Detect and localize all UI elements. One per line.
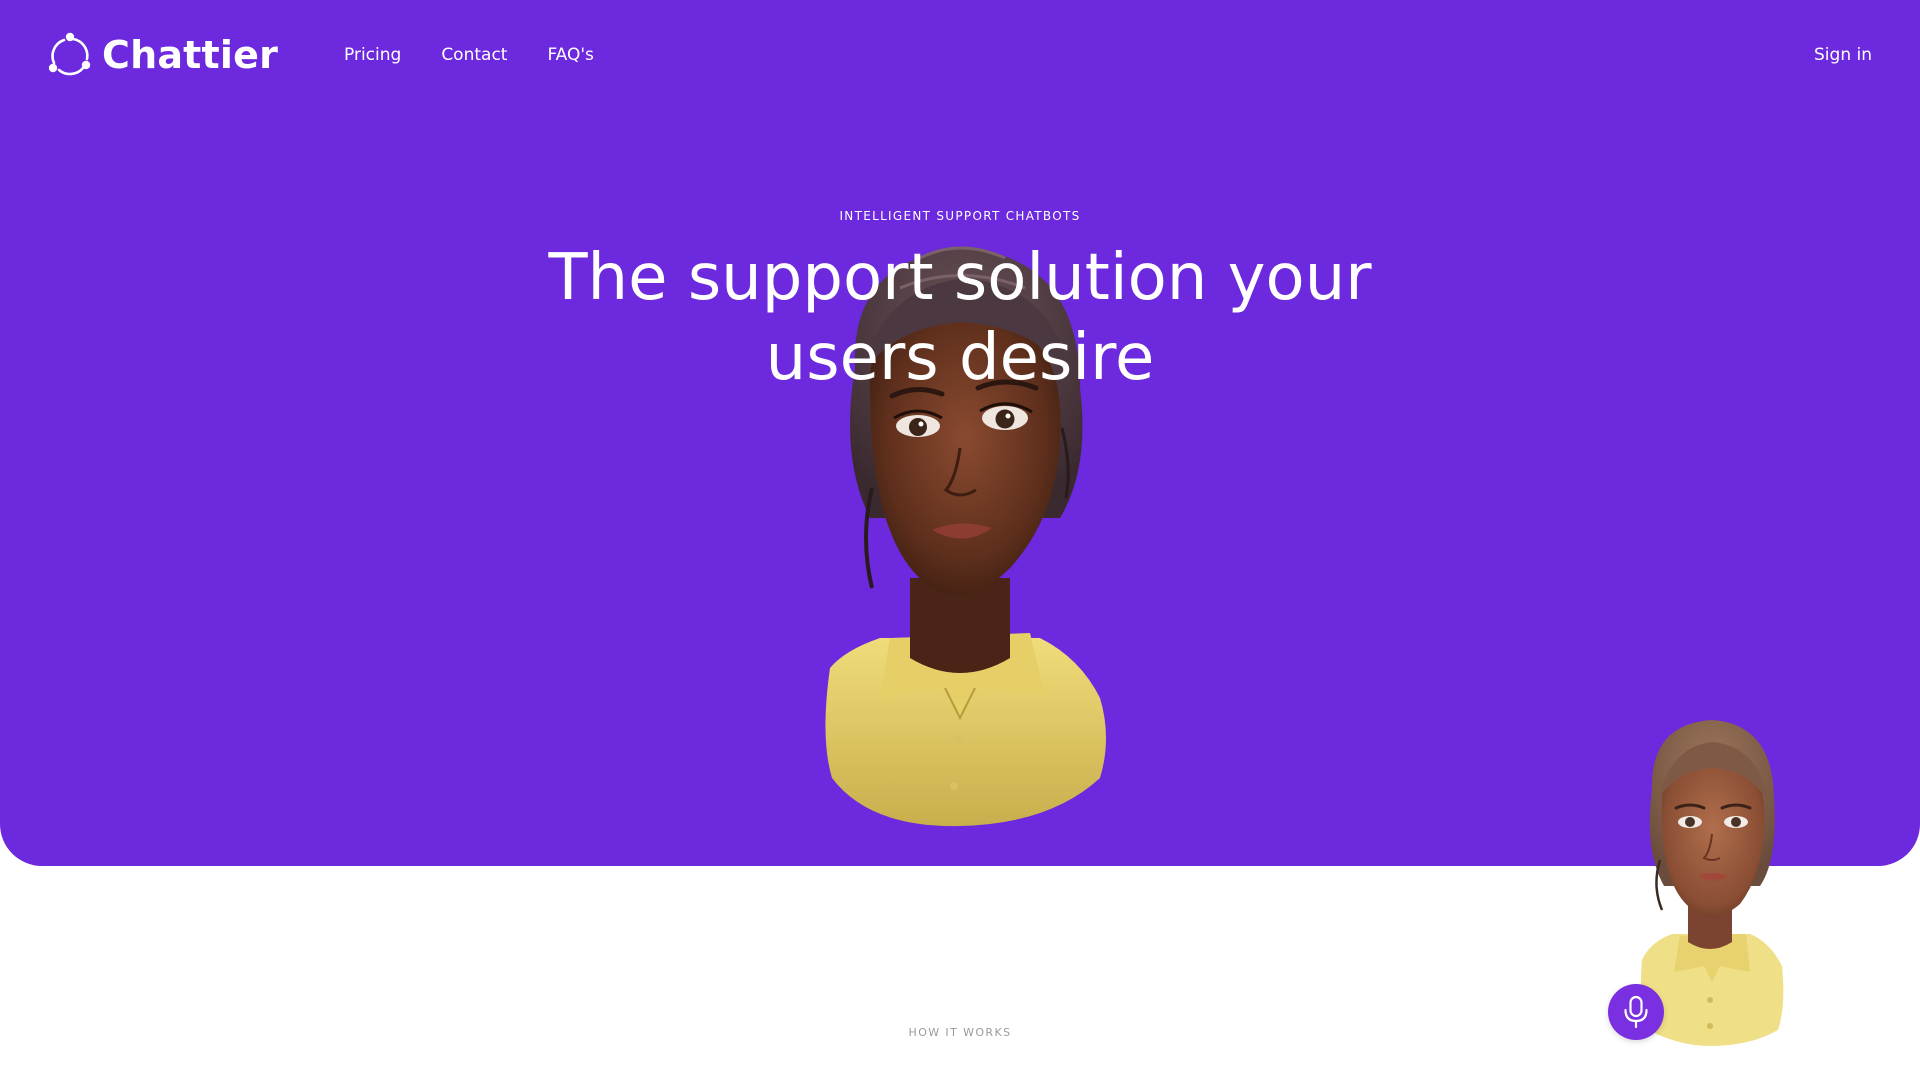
hero-headline-line-2: users desire [765,321,1155,395]
main-nav: Pricing Contact FAQ's [344,44,594,66]
nav-link-pricing[interactable]: Pricing [344,44,401,66]
nav-link-contact[interactable]: Contact [441,44,507,66]
brand-logo-link[interactable]: Chattier [46,30,278,80]
brand-name: Chattier [102,33,279,77]
hero-headline: The support solution your users desire [460,238,1460,398]
nav-link-faqs[interactable]: FAQ's [547,44,593,66]
top-navigation: Chattier Pricing Contact FAQ's Sign in [0,0,1920,110]
circle-dots-logo-icon [48,32,91,76]
sign-in-link[interactable]: Sign in [1814,44,1872,66]
hero-headline-line-1: The support solution your [548,241,1372,315]
microphone-icon [1624,995,1648,1029]
microphone-button[interactable] [1608,984,1664,1040]
